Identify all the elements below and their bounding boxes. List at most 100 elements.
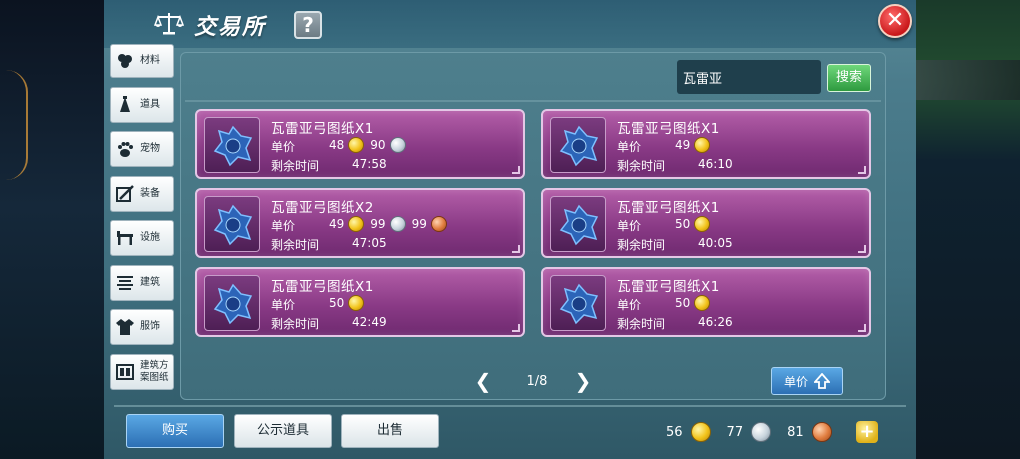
gold-amount: 50 [329, 296, 345, 310]
sidebar-item-materials[interactable]: 材料 [110, 44, 174, 78]
sidebar-item-label: 设施 [140, 232, 160, 243]
sort-arrow-icon [814, 373, 830, 389]
scales-icon [154, 13, 184, 35]
price-label: 单价 [617, 140, 642, 154]
gold-coin-icon [348, 295, 365, 311]
item-thumbnail [204, 117, 260, 173]
divider [185, 100, 881, 102]
bow-blueprint-icon [559, 204, 599, 246]
listing-price: 49 [673, 137, 712, 153]
time-remaining-label: 剩余时间 [271, 238, 320, 252]
gold-balance: 56 [666, 424, 683, 440]
listing-card[interactable]: 瓦雷亚弓图纸X1 单价 50 剩余时间 42:49 [195, 267, 525, 337]
item-thumbnail [204, 196, 260, 252]
panel-header: 交易所 ? ✕ [104, 0, 916, 48]
silver-amount: 90 [370, 138, 386, 152]
exchange-panel: 交易所 ? ✕ 材料 道具 宠物 装备 设施 建筑 服饰 建筑方案图纸 瓦雷亚 … [104, 0, 916, 459]
sidebar-item-label: 建筑方案图纸 [140, 359, 169, 383]
listing-name: 瓦雷亚弓图纸X1 [271, 121, 374, 137]
item-icon [115, 95, 135, 115]
silver-amount: 99 [370, 217, 386, 231]
materials-icon [115, 51, 135, 71]
bow-blueprint-icon [559, 283, 599, 325]
listing-price: 50 [327, 295, 366, 311]
listing-price: 48 90 [327, 137, 408, 153]
game-background-left [0, 0, 104, 459]
next-page-button[interactable]: ❯ [573, 371, 593, 393]
sort-by-price-button[interactable]: 单价 [771, 367, 843, 395]
gold-amount: 49 [329, 217, 345, 231]
time-remaining: 42:49 [352, 315, 387, 329]
gold-coin-icon [348, 216, 365, 232]
copper-amount: 99 [411, 217, 427, 231]
search-input[interactable] [677, 60, 821, 94]
card-corner [858, 245, 866, 253]
sidebar-item-clothing[interactable]: 服饰 [110, 309, 174, 345]
background-light-streak [6, 70, 28, 180]
item-thumbnail [550, 275, 606, 331]
sort-label: 单价 [783, 374, 808, 389]
gold-coin-icon [694, 295, 711, 311]
card-corner [858, 324, 866, 332]
sidebar-item-blueprints[interactable]: 建筑方案图纸 [110, 353, 174, 390]
silver-balance: 77 [726, 424, 744, 440]
listing-card[interactable]: 瓦雷亚弓图纸X2 单价 49 99 99 剩余时间 47:05 [195, 188, 525, 258]
gold-coin-icon [694, 216, 711, 232]
sidebar-item-buildings[interactable]: 建筑 [110, 264, 174, 301]
add-currency-button[interactable]: + [856, 421, 878, 443]
card-corner [512, 245, 520, 253]
price-label: 单价 [617, 298, 642, 312]
sidebar-item-pets[interactable]: 宠物 [110, 131, 174, 167]
time-remaining: 46:10 [698, 157, 733, 171]
gold-amount: 50 [675, 296, 691, 310]
sidebar-item-label: 材料 [140, 55, 160, 66]
time-remaining-label: 剩余时间 [271, 159, 320, 173]
listing-name: 瓦雷亚弓图纸X2 [271, 200, 374, 216]
clothing-icon [115, 317, 135, 337]
item-thumbnail [550, 117, 606, 173]
blueprint-icon [115, 362, 135, 382]
buy-button[interactable]: 购买 [126, 414, 224, 448]
game-background-right [916, 0, 1020, 459]
item-thumbnail [550, 196, 606, 252]
listings-area: 搜索 瓦雷亚弓图纸X1 单价 48 90 剩余时间 47:58 瓦雷亚弓图纸X1… [180, 52, 886, 400]
sidebar-item-items[interactable]: 道具 [110, 86, 174, 123]
silver-coin-icon [389, 216, 406, 232]
gold-coin-icon [690, 422, 711, 442]
previous-page-button[interactable]: ❮ [473, 371, 493, 393]
sidebar-item-label: 建筑 [140, 276, 160, 288]
show-items-button[interactable]: 公示道具 [234, 414, 332, 448]
sidebar-item-facilities[interactable]: 设施 [110, 220, 174, 256]
time-remaining: 47:58 [352, 157, 387, 171]
copper-coin-icon [811, 422, 832, 442]
listing-card[interactable]: 瓦雷亚弓图纸X1 单价 50 剩余时间 46:26 [541, 267, 871, 337]
listing-name: 瓦雷亚弓图纸X1 [617, 121, 720, 137]
bow-blueprint-icon [559, 125, 599, 167]
help-button[interactable]: ? [294, 11, 322, 39]
equipment-icon [115, 184, 135, 204]
sidebar-item-label: 宠物 [140, 143, 160, 154]
listing-name: 瓦雷亚弓图纸X1 [617, 200, 720, 216]
sidebar-item-equipment[interactable]: 装备 [110, 175, 174, 212]
category-sidebar: 材料 道具 宠物 装备 设施 建筑 服饰 建筑方案图纸 [110, 44, 176, 398]
divider [114, 405, 906, 407]
listing-price: 50 [673, 295, 712, 311]
currency-wallet: 56 77 81 [666, 420, 848, 444]
time-remaining-label: 剩余时间 [617, 317, 666, 331]
listing-price: 49 99 99 [327, 216, 449, 232]
search-button[interactable]: 搜索 [827, 64, 871, 92]
page-title: 交易所 [194, 14, 267, 40]
time-remaining-label: 剩余时间 [271, 317, 320, 331]
close-button[interactable]: ✕ [878, 4, 912, 38]
sell-button[interactable]: 出售 [341, 414, 439, 448]
listing-card[interactable]: 瓦雷亚弓图纸X1 单价 48 90 剩余时间 47:58 [195, 109, 525, 179]
copper-coin-icon [430, 216, 447, 232]
card-corner [858, 166, 866, 174]
gold-amount: 48 [329, 138, 345, 152]
time-remaining: 47:05 [352, 236, 387, 250]
listing-card[interactable]: 瓦雷亚弓图纸X1 单价 50 剩余时间 40:05 [541, 188, 871, 258]
gold-amount: 49 [675, 138, 691, 152]
listing-card[interactable]: 瓦雷亚弓图纸X1 单价 49 剩余时间 46:10 [541, 109, 871, 179]
bow-blueprint-icon [213, 283, 253, 325]
sidebar-item-label: 道具 [140, 98, 160, 110]
